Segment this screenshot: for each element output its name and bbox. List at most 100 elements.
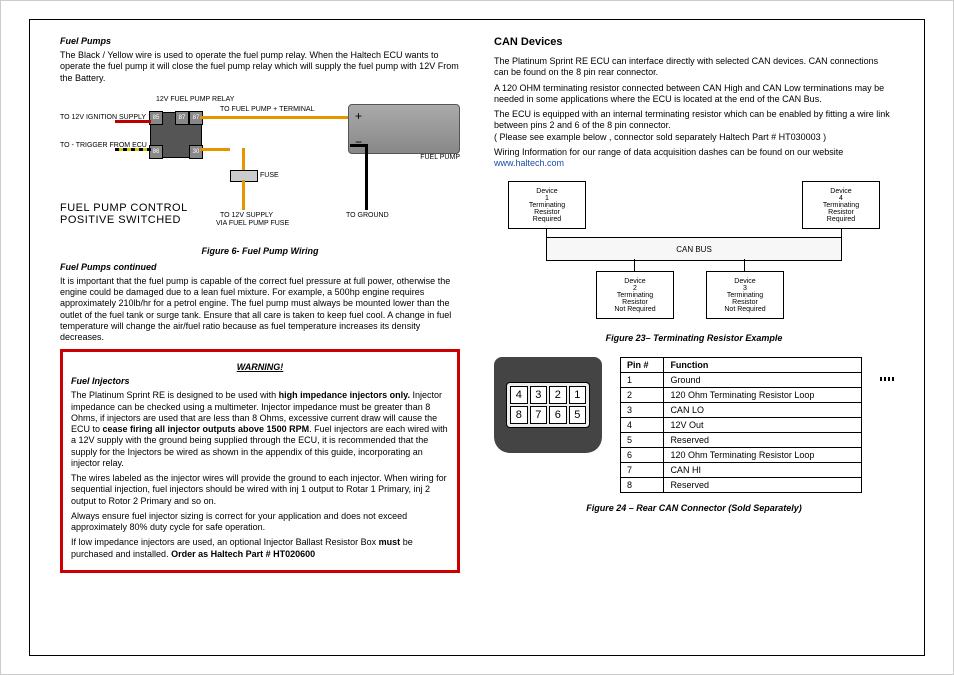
device-2-box: Device 2 Terminating Resistor Not Requir… — [596, 271, 674, 319]
fuel-pump-diagram: 12V FUEL PUMP RELAY 85 87 87 86 30 TO 12… — [60, 90, 460, 240]
pin-cell-5: 5 — [569, 406, 587, 424]
figure-23-caption: Figure 23– Terminating Resistor Example — [494, 333, 894, 343]
to-terminal-label: TO FUEL PUMP + TERMINAL — [220, 106, 314, 113]
pin-header-func: Function — [664, 358, 862, 373]
pin-cell-3: 3 — [530, 386, 548, 404]
can-p3-a: The ECU is equipped with an internal ter… — [494, 109, 890, 130]
inj-p1-d: cease firing all injector outputs above … — [103, 424, 310, 434]
inj-p4-d: Order as Haltech Part # HT020600 — [171, 549, 315, 559]
relay-pin-85: 85 — [149, 111, 163, 125]
pin-cell-8: 8 — [510, 406, 528, 424]
injectors-p2: The wires labeled as the injector wires … — [71, 473, 449, 507]
wire-orange-2 — [200, 148, 230, 151]
table-row: 6120 Ohm Terminating Resistor Loop — [621, 448, 862, 463]
table-row: 5Reserved — [621, 433, 862, 448]
can-p1: The Platinum Sprint RE ECU can interface… — [494, 56, 894, 79]
table-row: 2120 Ohm Terminating Resistor Loop — [621, 388, 862, 403]
pin-1-num: 1 — [621, 373, 664, 388]
can-p3: The ECU is equipped with an internal ter… — [494, 109, 894, 143]
pin-1-func: Ground — [664, 373, 862, 388]
page-border: Fuel Pumps The Black / Yellow wire is us… — [29, 19, 925, 656]
pin-3-func: CAN LO — [664, 403, 862, 418]
table-row: 1Ground — [621, 373, 862, 388]
to-12v-label: TO 12V SUPPLY — [220, 212, 273, 219]
pin-cell-4: 4 — [510, 386, 528, 404]
canbus-label: CAN BUS — [676, 245, 712, 254]
pin-6-func: 120 Ohm Terminating Resistor Loop — [664, 448, 862, 463]
pin-5-func: Reserved — [664, 433, 862, 448]
inj-p1-b: high impedance injectors only. — [279, 390, 410, 400]
haltech-website-link[interactable]: www.haltech.com — [494, 158, 564, 168]
pin-3-num: 3 — [621, 403, 664, 418]
pin-4-func: 12V Out — [664, 418, 862, 433]
canbus-diagram: Device 1 Terminating Resistor Required D… — [494, 177, 894, 327]
via-fuse-label: VIA FUEL PUMP FUSE — [216, 220, 289, 227]
control-title-1: FUEL PUMP CONTROL — [60, 202, 188, 214]
injectors-p4: If low impedance injectors are used, an … — [71, 537, 449, 560]
connector-icon: 4 3 2 1 8 7 6 5 — [494, 357, 602, 453]
stem-1 — [546, 229, 547, 237]
fuel-pumps-continued-heading: Fuel Pumps continued — [60, 262, 460, 272]
stem-2 — [634, 259, 635, 271]
device-1-label: Device 1 Terminating Resistor Required — [529, 188, 565, 223]
stem-4 — [841, 229, 842, 237]
table-row: 412V Out — [621, 418, 862, 433]
wire-orange — [200, 116, 350, 119]
control-title: FUEL PUMP CONTROL POSITIVE SWITCHED — [60, 202, 188, 226]
pin-cell-2: 2 — [549, 386, 567, 404]
pin-4-num: 4 — [621, 418, 664, 433]
wire-orange-v2 — [242, 180, 245, 210]
table-row: 7CAN HI — [621, 463, 862, 478]
injectors-p3: Always ensure fuel injector sizing is co… — [71, 511, 449, 534]
canbus-line: CAN BUS — [546, 237, 842, 261]
device-2-label: Device 2 Terminating Resistor Not Requir… — [614, 278, 655, 313]
fuel-pumps-continued-text: It is important that the fuel pump is ca… — [60, 276, 460, 344]
wire-orange-v — [242, 148, 245, 170]
device-4-box: Device 4 Terminating Resistor Required — [802, 181, 880, 229]
can-p4: Wiring Information for our range of data… — [494, 147, 894, 170]
relay-pin-87b: 87 — [175, 111, 189, 125]
pin-7-func: CAN HI — [664, 463, 862, 478]
pin-header-num: Pin # — [621, 358, 664, 373]
left-column: Fuel Pumps The Black / Yellow wire is us… — [60, 32, 460, 643]
pin-6-num: 6 — [621, 448, 664, 463]
pin-8-num: 8 — [621, 478, 664, 493]
wire-blk-yel — [115, 148, 151, 151]
pin-8-func: Reserved — [664, 478, 862, 493]
pin-2-num: 2 — [621, 388, 664, 403]
pin-5-num: 5 — [621, 433, 664, 448]
device-1-box: Device 1 Terminating Resistor Required — [508, 181, 586, 229]
relay-pin-86: 86 — [149, 145, 163, 159]
fuel-pumps-intro: The Black / Yellow wire is used to opera… — [60, 50, 460, 84]
can-devices-heading: CAN Devices — [494, 36, 894, 48]
warning-box: WARNING! Fuel Injectors The Platinum Spr… — [60, 349, 460, 573]
fuel-pumps-heading: Fuel Pumps — [60, 36, 460, 46]
right-column: CAN Devices The Platinum Sprint RE ECU c… — [494, 32, 894, 643]
pin-table: Pin # Function 1Ground 2120 Ohm Terminat… — [620, 357, 862, 493]
inj-p1-a: The Platinum Sprint RE is designed to be… — [71, 390, 279, 400]
fuse-label: FUSE — [260, 172, 279, 179]
connector-pins: 4 3 2 1 8 7 6 5 — [506, 382, 590, 428]
pin-2-func: 120 Ohm Terminating Resistor Loop — [664, 388, 862, 403]
figure-6-caption: Figure 6- Fuel Pump Wiring — [60, 246, 460, 256]
can-p3-b: ( Please see example below , connector s… — [494, 132, 826, 142]
can-p4-text: Wiring Information for our range of data… — [494, 147, 843, 157]
stem-3 — [744, 259, 745, 271]
figure-24-caption: Figure 24 – Rear CAN Connector (Sold Sep… — [494, 503, 894, 513]
can-p2: A 120 OHM terminating resistor connected… — [494, 83, 894, 106]
table-row: 8Reserved — [621, 478, 862, 493]
page: Fuel Pumps The Black / Yellow wire is us… — [0, 0, 954, 675]
fuel-injectors-heading: Fuel Injectors — [71, 376, 449, 386]
warning-title: WARNING! — [71, 362, 449, 372]
device-3-label: Device 3 Terminating Resistor Not Requir… — [724, 278, 765, 313]
to-ground-label: TO GROUND — [346, 212, 389, 219]
table-header-row: Pin # Function — [621, 358, 862, 373]
device-3-box: Device 3 Terminating Resistor Not Requir… — [706, 271, 784, 319]
connector-section: 4 3 2 1 8 7 6 5 Pin # Function 1Ground 2… — [494, 357, 894, 493]
injectors-p1: The Platinum Sprint RE is designed to be… — [71, 390, 449, 469]
relay-title-label: 12V FUEL PUMP RELAY — [156, 96, 234, 103]
table-row: 3CAN LO — [621, 403, 862, 418]
wire-black-v — [365, 144, 368, 210]
pin-cell-6: 6 — [549, 406, 567, 424]
control-title-2: POSITIVE SWITCHED — [60, 214, 188, 226]
